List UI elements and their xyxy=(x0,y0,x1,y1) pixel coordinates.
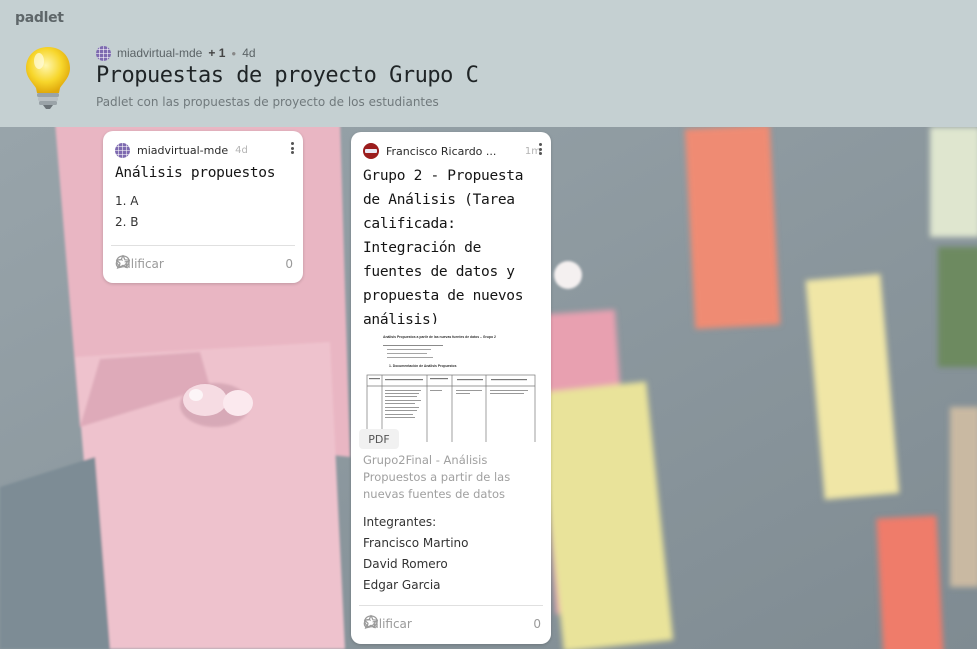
preview-heading: Análisis Propuestos a partir de las nuev… xyxy=(383,335,496,339)
more-options-icon[interactable] xyxy=(535,141,545,157)
members-label: Integrantes: xyxy=(363,515,437,529)
board-title: Propuestas de proyecto Grupo C xyxy=(96,63,479,88)
post-footer: Calificar 0 xyxy=(363,614,541,634)
board-subtitle: Padlet con las propuestas de proyecto de… xyxy=(96,95,439,109)
list-item: David Romero xyxy=(363,557,448,571)
preview-line xyxy=(387,357,433,359)
preview-line xyxy=(383,345,443,347)
pdf-badge: PDF xyxy=(359,429,399,449)
board-author[interactable]: miadvirtual-mde xyxy=(117,46,202,60)
list-item: 1. A xyxy=(115,194,139,208)
list-item: Edgar Garcia xyxy=(363,578,441,592)
more-options-icon[interactable] xyxy=(287,140,297,156)
avatar[interactable] xyxy=(363,143,379,159)
board-wall: miadvirtual-mde 4d Análisis propuestos 1… xyxy=(0,127,977,649)
post-header: miadvirtual-mde 4d xyxy=(115,141,295,159)
divider xyxy=(111,245,295,246)
list-item: Francisco Martino xyxy=(363,536,469,550)
comment-count: 0 xyxy=(533,617,541,631)
post-footer: Calificar 0 xyxy=(115,254,293,274)
post-card[interactable]: Francisco Ricardo ... 1m Grupo 2 - Propu… xyxy=(351,132,551,644)
divider xyxy=(359,605,543,606)
comment-icon xyxy=(364,615,378,630)
comment-icon xyxy=(116,255,130,270)
list-item: 2. B xyxy=(115,215,139,229)
attachment-caption[interactable]: Grupo2Final - Análisis Propuestos a part… xyxy=(363,452,533,503)
post-header: Francisco Ricardo ... 1m xyxy=(363,142,541,160)
preview-line xyxy=(387,353,427,355)
attachment-preview[interactable]: Análisis Propuestos a partir de las nuev… xyxy=(363,324,539,442)
comments-button[interactable]: 0 xyxy=(364,615,541,631)
comments-button[interactable]: 0 xyxy=(116,255,293,271)
preview-section: 1. Documentación de Análisis Propuestos xyxy=(389,364,457,368)
board-header: padlet miadvirtual-mde + 1 ● 4d Propuest… xyxy=(0,0,977,127)
post-body: Integrantes: Francisco Martino David Rom… xyxy=(363,512,469,596)
post-body-list: 1. A 2. B xyxy=(115,191,139,233)
post-title: Análisis propuestos xyxy=(115,165,276,181)
lightbulb-icon xyxy=(26,47,70,109)
post-author[interactable]: Francisco Ricardo ... xyxy=(386,145,496,158)
separator-dot: ● xyxy=(231,48,237,58)
post-card[interactable]: miadvirtual-mde 4d Análisis propuestos 1… xyxy=(103,131,303,283)
post-title: Grupo 2 - Propuesta de Análisis (Tarea c… xyxy=(363,168,524,328)
board-age: 4d xyxy=(242,46,256,60)
post-time: 4d xyxy=(235,144,248,156)
contributors-count[interactable]: + 1 xyxy=(208,46,225,60)
avatar[interactable] xyxy=(115,142,130,158)
preview-line xyxy=(387,349,431,351)
comment-count: 0 xyxy=(285,257,293,271)
padlet-logo[interactable]: padlet xyxy=(15,10,64,26)
post-author[interactable]: miadvirtual-mde xyxy=(137,144,228,157)
avatar[interactable] xyxy=(96,45,111,61)
board-meta: miadvirtual-mde + 1 ● 4d xyxy=(96,45,256,61)
